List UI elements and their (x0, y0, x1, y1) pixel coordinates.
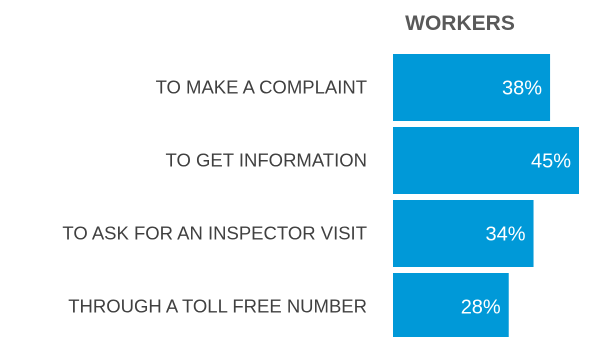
category-label: THROUGH A TOLL FREE NUMBER (68, 296, 367, 317)
category-label: TO ASK FOR AN INSPECTOR VISIT (62, 223, 367, 244)
data-label: 38% (502, 78, 542, 100)
data-label: 45% (531, 151, 571, 173)
bar-chart: WORKERS TO MAKE A COMPLAINT TO GET INFORM… (62, 12, 579, 337)
data-label: 28% (461, 297, 501, 319)
category-labels: TO MAKE A COMPLAINT TO GET INFORMATION TO … (62, 77, 367, 317)
data-label: 34% (486, 224, 526, 246)
bars (393, 54, 579, 337)
category-label: TO GET INFORMATION (166, 150, 367, 171)
series-title: WORKERS (405, 12, 515, 35)
category-label: TO MAKE A COMPLAINT (156, 77, 367, 98)
